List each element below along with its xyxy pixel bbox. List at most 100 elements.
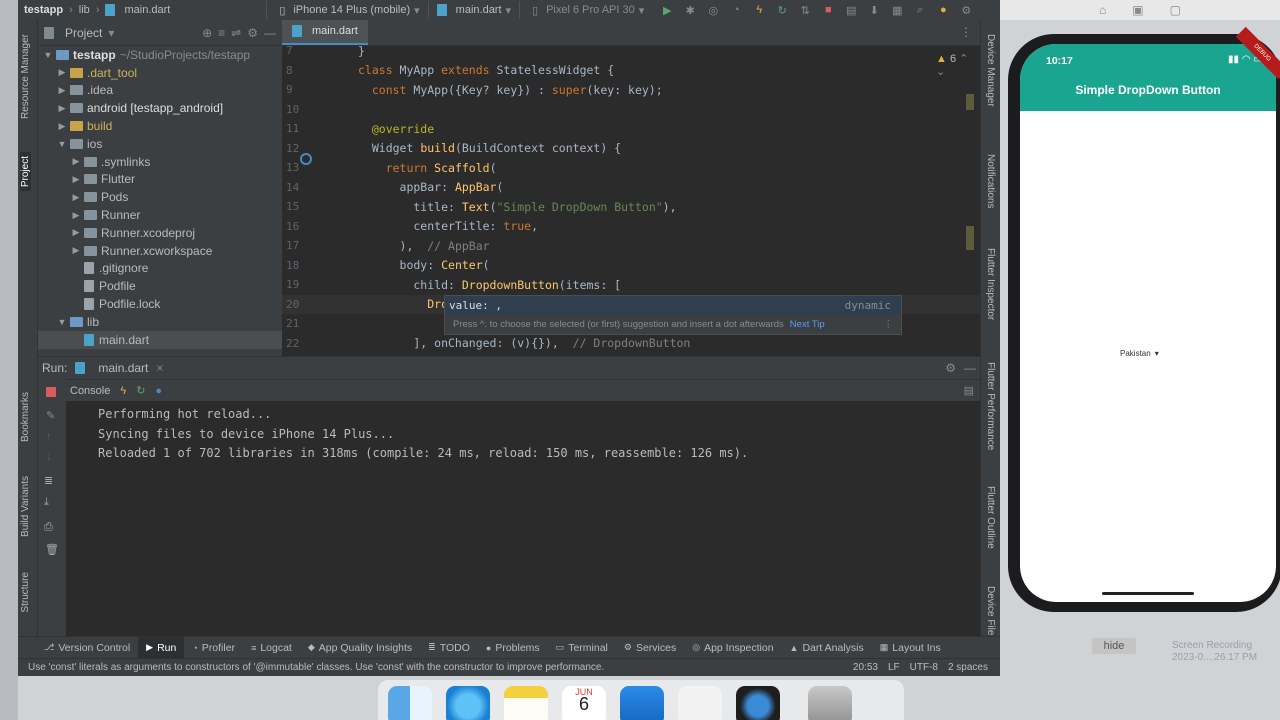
gear-icon[interactable]: ⚙ (945, 361, 956, 375)
tree-item[interactable]: main.dart (38, 330, 282, 349)
file-encoding[interactable]: UTF-8 (910, 662, 938, 673)
override-gutter-icon[interactable] (300, 153, 312, 165)
tree-item[interactable]: ▶ android [testapp_android] (38, 99, 282, 117)
more-icon[interactable]: ⋮ (884, 319, 894, 330)
tree-item[interactable]: ▼ lib (38, 313, 282, 331)
code-line[interactable]: 17 ), // AppBar (282, 236, 980, 256)
completion-item[interactable]: value: , dynamic (445, 296, 901, 315)
hot-restart-icon[interactable]: ↻ (775, 3, 789, 17)
tab-flutter-outline[interactable]: Flutter Outline (985, 486, 996, 549)
chevron-right-icon[interactable]: ▶ (70, 227, 82, 238)
caret-position[interactable]: 20:53 (853, 662, 878, 673)
trash-icon[interactable] (808, 686, 852, 720)
tool-button-profiler[interactable]: ◔ Profiler (184, 637, 243, 659)
tree-item[interactable]: ▶ .dart_tool (38, 64, 282, 82)
profile-icon[interactable]: ◔ (729, 3, 743, 17)
tree-item[interactable]: ▶ .symlinks (38, 153, 282, 171)
chevron-right-icon[interactable]: ▶ (56, 103, 68, 114)
soft-wrap-icon[interactable]: ≣ (44, 474, 53, 487)
tree-item[interactable]: .gitignore (38, 260, 282, 278)
xcode-icon[interactable] (620, 686, 664, 720)
print-icon[interactable]: ⎙ (44, 521, 53, 534)
code-line[interactable]: 11 @override (282, 119, 980, 139)
tool-button-problems[interactable]: ● Problems (478, 637, 548, 659)
stop-icon[interactable] (46, 387, 56, 397)
chevron-down-icon[interactable]: ▼ (56, 139, 68, 149)
tree-item[interactable]: Podfile (38, 277, 282, 295)
chevron-down-icon[interactable]: ▾ (108, 26, 114, 40)
gear-icon[interactable]: ⚙ (247, 26, 258, 40)
code-line[interactable]: 16 centerTitle: true, (282, 217, 980, 237)
tool-button-terminal[interactable]: ▭ Terminal (548, 637, 616, 659)
tab-notifications[interactable]: Notifications (985, 154, 996, 208)
trash-icon[interactable]: 🗑 (45, 543, 59, 556)
tree-item[interactable]: ▶ Runner (38, 206, 282, 224)
layout-icon[interactable]: ▤ (964, 384, 980, 397)
run-icon[interactable]: ▶ (660, 3, 674, 17)
code-line[interactable]: 7} (282, 41, 980, 61)
rotate-icon[interactable]: ▢ (1170, 3, 1181, 17)
tool-button-dart-analysis[interactable]: ▲ Dart Analysis (782, 637, 872, 659)
device-selector[interactable]: ▯ iPhone 14 Plus (mobile) ▾ (266, 1, 427, 19)
tab-resource-manager[interactable]: Resource Manager (20, 34, 31, 119)
layout-icon[interactable]: ▦ (890, 3, 904, 17)
close-icon[interactable]: × (156, 361, 163, 375)
collapse-all-icon[interactable]: ≡ (218, 26, 225, 40)
tab-flutter-performance[interactable]: Flutter Performance (985, 362, 996, 450)
chevron-right-icon[interactable]: ▶ (70, 210, 82, 221)
hide-button[interactable]: hide (1092, 638, 1136, 654)
code-line[interactable]: 13 return Scaffold( (282, 158, 980, 178)
tab-device-file[interactable]: Device File (985, 586, 996, 635)
code-line[interactable]: 8 class MyApp extends StatelessWidget { (282, 61, 980, 81)
tool-button-layout-ins[interactable]: ▦ Layout Ins (872, 637, 949, 659)
android-studio-icon[interactable] (736, 686, 780, 720)
tab-project[interactable]: Project (20, 152, 31, 192)
project-view-selector[interactable]: Project (65, 26, 102, 40)
tree-root[interactable]: ▼ testapp ~/StudioProjects/testapp (38, 46, 282, 64)
calendar-icon[interactable]: JUN 6 (562, 686, 606, 720)
home-indicator[interactable] (1102, 592, 1194, 595)
devtools-icon[interactable]: ● (155, 385, 162, 397)
stop-icon[interactable]: ■ (821, 3, 835, 17)
breadcrumb-lib[interactable]: lib (73, 4, 96, 16)
device-manager-icon[interactable]: ▤ (844, 3, 858, 17)
code-line[interactable]: 18 body: Center( (282, 256, 980, 276)
chevron-right-icon[interactable]: ▶ (56, 85, 68, 96)
hot-restart-icon[interactable]: ↻ (136, 384, 145, 397)
sdk-manager-icon[interactable]: ⬇ (867, 3, 881, 17)
indent-setting[interactable]: 2 spaces (948, 662, 988, 673)
line-separator[interactable]: LF (888, 662, 900, 673)
arrow-down-icon[interactable]: ↓ (46, 451, 52, 463)
screenshot-icon[interactable]: ▣ (1132, 3, 1143, 17)
tool-button-run[interactable]: ▶ Run (138, 636, 185, 659)
app-icon[interactable] (678, 686, 722, 720)
search-icon[interactable]: ⌕ (913, 3, 927, 17)
sync-icon[interactable]: ⇅ (798, 3, 812, 17)
tree-item[interactable]: ▼ ios (38, 135, 282, 153)
emulator-selector[interactable]: ▯ Pixel 6 Pro API 30 ▾ (519, 1, 652, 19)
code-line[interactable]: 14 appBar: AppBar( (282, 178, 980, 198)
tree-item[interactable]: ▶ .idea (38, 82, 282, 100)
console-output[interactable]: Performing hot reload... Syncing files t… (98, 407, 748, 466)
tool-button-app-quality-insights[interactable]: ◆ App Quality Insights (300, 637, 420, 659)
code-line[interactable]: 10 (282, 100, 980, 120)
chevron-down-icon[interactable]: ▼ (56, 317, 68, 327)
hot-reload-icon[interactable]: ϟ (752, 3, 766, 17)
console-tab[interactable]: Console (70, 385, 110, 397)
hot-reload-icon[interactable]: ϟ (120, 385, 126, 397)
tab-bookmarks[interactable]: Bookmarks (20, 392, 31, 442)
settings-icon[interactable]: ⚙ (959, 3, 973, 17)
scroll-to-end-icon[interactable]: ⤓ (44, 496, 49, 509)
tree-item[interactable]: ▶ Pods (38, 188, 282, 206)
tree-item[interactable]: ▶ Runner.xcodeproj (38, 224, 282, 242)
chevron-right-icon[interactable]: ▶ (70, 174, 82, 185)
breadcrumb-project[interactable]: testapp (18, 4, 69, 16)
safari-icon[interactable] (446, 686, 490, 720)
chevron-right-icon[interactable]: ▶ (70, 245, 82, 256)
run-config-selector[interactable]: main.dart ▾ (427, 1, 519, 19)
tab-device-manager[interactable]: Device Manager (985, 34, 996, 107)
code-line[interactable]: 9 const MyApp({Key? key}) : super (key: k… (282, 80, 980, 100)
chevron-right-icon[interactable]: ▶ (56, 121, 68, 132)
locate-icon[interactable]: ⊕ (202, 26, 212, 40)
finder-icon[interactable] (388, 686, 432, 720)
